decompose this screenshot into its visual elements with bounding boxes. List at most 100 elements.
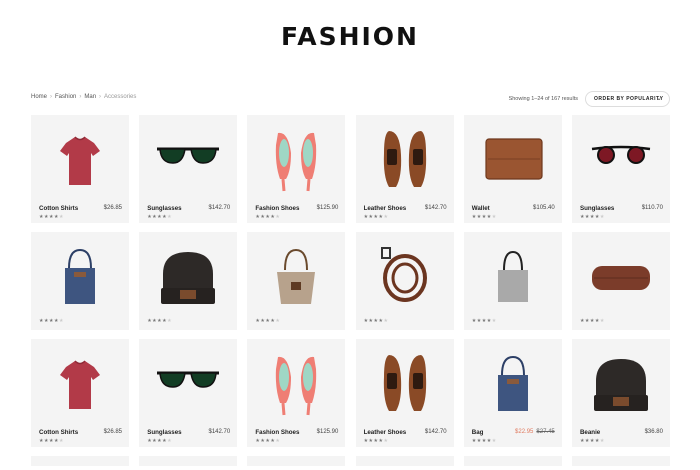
order-by-select[interactable]: ORDER BY POPULARITY ⌄: [585, 91, 670, 107]
star-icon: ★: [167, 438, 173, 444]
breadcrumb-current: Accessories: [104, 94, 137, 100]
product-image[interactable]: [571, 456, 670, 466]
product-card[interactable]: [355, 456, 454, 466]
product-card[interactable]: Leather Shoes $142.70 ★★★★★: [355, 115, 454, 223]
star-icon: ★: [275, 438, 281, 444]
product-image[interactable]: [31, 232, 129, 330]
star-icon: ★: [599, 318, 605, 324]
coral-heels-image: [276, 132, 317, 192]
product-card[interactable]: Cotton Shirts $26.85 ★★★★★: [31, 339, 129, 447]
product-card[interactable]: Sunglasses $142.70 ★★★★★: [139, 339, 238, 447]
star-icon: ★: [167, 318, 173, 324]
breadcrumb-fashion[interactable]: Fashion: [55, 94, 76, 100]
product-card[interactable]: [463, 456, 562, 466]
product-image[interactable]: [355, 456, 454, 466]
product-card[interactable]: ★★★★★: [571, 232, 670, 330]
product-name[interactable]: Sunglasses: [580, 205, 614, 212]
product-price: $125.90: [316, 205, 339, 211]
shop-toolbar: Home › Fashion › Man › Accessories Showing 1–2…: [31, 91, 670, 107]
star-icon: ★: [491, 214, 497, 220]
breadcrumb: Home › Fashion › Man › Accessories: [31, 94, 136, 100]
black-beanie-image: [161, 252, 216, 304]
product-card[interactable]: Bag $22.95 $27.45 ★★★★★: [463, 339, 562, 447]
rating-stars: ★★★★★: [147, 438, 172, 444]
product-image[interactable]: [571, 232, 670, 330]
product-name[interactable]: Sunglasses: [147, 205, 181, 212]
product-name[interactable]: Leather Shoes: [364, 205, 407, 212]
order-by-label: ORDER BY POPULARITY: [594, 96, 664, 102]
black-beanie-image: [593, 359, 648, 411]
product-card[interactable]: [571, 456, 670, 466]
product-price: $26.85: [103, 429, 122, 435]
rating-stars: ★★★★★: [580, 318, 605, 324]
product-name[interactable]: Beanie: [580, 429, 600, 436]
product-card[interactable]: ★★★★★: [31, 232, 129, 330]
green-sunglasses-image: [157, 371, 220, 388]
star-icon: ★: [167, 214, 173, 220]
product-image[interactable]: [463, 456, 562, 466]
product-card[interactable]: Fashion Shoes $125.90 ★★★★★: [247, 339, 346, 447]
product-grid: Cotton Shirts $26.85 ★★★★★ Sunglasses $142.7…: [31, 115, 670, 466]
product-card[interactable]: [31, 456, 129, 466]
product-card[interactable]: ★★★★★: [247, 232, 346, 330]
product-name[interactable]: Cotton Shirts: [39, 205, 78, 212]
product-card[interactable]: Wallet $105.40 ★★★★★: [463, 115, 562, 223]
product-card[interactable]: Sunglasses $142.70 ★★★★★: [139, 115, 238, 223]
product-card[interactable]: [139, 456, 238, 466]
result-count: Showing 1–24 of 167 results: [508, 96, 578, 102]
product-card[interactable]: Cotton Shirts $26.85 ★★★★★: [31, 115, 129, 223]
product-name[interactable]: Leather Shoes: [364, 429, 407, 436]
star-icon: ★: [491, 318, 497, 324]
product-card[interactable]: Leather Shoes $142.70 ★★★★★: [355, 339, 454, 447]
rating-stars: ★★★★★: [580, 214, 605, 220]
sale-price: $22.95: [515, 429, 534, 435]
breadcrumb-separator: ›: [50, 94, 53, 100]
red-sunglasses-image: [591, 145, 651, 164]
product-name[interactable]: Fashion Shoes: [255, 205, 299, 212]
product-card[interactable]: ★★★★★: [463, 232, 562, 330]
product-card[interactable]: Fashion Shoes $125.90 ★★★★★: [247, 115, 346, 223]
product-price: $26.85: [103, 205, 122, 211]
rating-stars: ★★★★★: [364, 318, 389, 324]
product-card[interactable]: Beanie $36.80 ★★★★★: [571, 339, 670, 447]
product-image[interactable]: [247, 456, 346, 466]
product-image[interactable]: [247, 232, 346, 330]
rating-stars: ★★★★★: [39, 318, 64, 324]
breadcrumb-separator: ›: [99, 94, 102, 100]
blue-tote-image: [497, 355, 528, 411]
rating-stars: ★★★★★: [255, 318, 280, 324]
leather-belt-image: [380, 247, 427, 302]
product-name[interactable]: Fashion Shoes: [255, 429, 299, 436]
coral-heels-image: [276, 356, 317, 416]
brown-brogues-image: [383, 131, 426, 187]
rating-stars: ★★★★★: [472, 214, 497, 220]
product-image[interactable]: [355, 232, 454, 330]
product-card[interactable]: ★★★★★: [139, 232, 238, 330]
red-tshirt-image: [60, 136, 100, 185]
rating-stars: ★★★★★: [472, 438, 497, 444]
product-card[interactable]: [247, 456, 346, 466]
star-icon: ★: [599, 214, 605, 220]
rating-stars: ★★★★★: [39, 438, 64, 444]
product-card[interactable]: Sunglasses $110.70 ★★★★★: [571, 115, 670, 223]
breadcrumb-home[interactable]: Home: [31, 94, 47, 100]
rating-stars: ★★★★★: [364, 438, 389, 444]
product-price: $36.80: [644, 429, 663, 435]
brown-brogues-image: [383, 355, 426, 411]
breadcrumb-separator: ›: [79, 94, 82, 100]
product-price: $142.70: [424, 205, 447, 211]
product-name[interactable]: Wallet: [472, 205, 490, 212]
product-image[interactable]: [31, 456, 129, 466]
product-image[interactable]: [139, 456, 238, 466]
grey-tote-image: [497, 250, 528, 302]
product-image[interactable]: [463, 232, 562, 330]
product-name[interactable]: Sunglasses: [147, 429, 181, 436]
product-name[interactable]: Cotton Shirts: [39, 429, 78, 436]
site-title: FASHION: [281, 22, 419, 51]
rating-stars: ★★★★★: [39, 214, 64, 220]
product-image[interactable]: [139, 232, 238, 330]
breadcrumb-man[interactable]: Man: [84, 94, 96, 100]
product-card[interactable]: ★★★★★: [355, 232, 454, 330]
product-name[interactable]: Bag: [472, 429, 484, 436]
product-price: $110.70: [641, 205, 663, 211]
